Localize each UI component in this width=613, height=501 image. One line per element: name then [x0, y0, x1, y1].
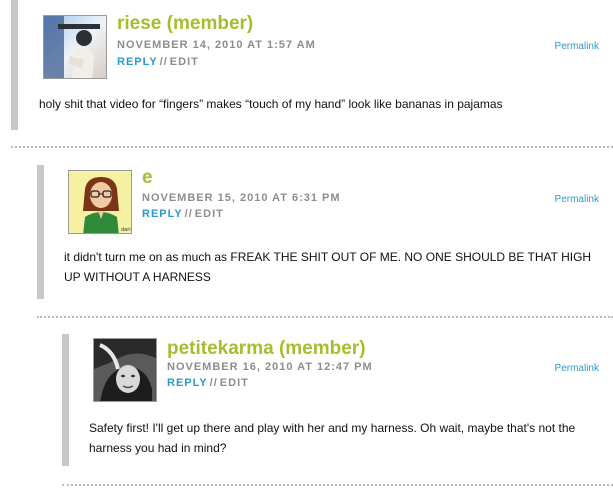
- avatar[interactable]: [43, 15, 107, 79]
- comment-indent-bar: [11, 0, 18, 130]
- comment: petitekarma (member) NOVEMBER 16, 2010 A…: [0, 334, 613, 474]
- permalink[interactable]: Permalink: [555, 363, 599, 374]
- user-photo-icon: [44, 16, 106, 78]
- comment-indent-bar: [37, 165, 44, 299]
- avatar[interactable]: daria: [68, 170, 132, 234]
- edit-link[interactable]: EDIT: [195, 208, 224, 220]
- reply-link[interactable]: REPLY: [142, 208, 183, 220]
- comment-text: holy shit that video for “fingers” makes…: [39, 97, 503, 111]
- comment-actions: REPLY//EDIT: [167, 377, 249, 389]
- comment: riese (member) NOVEMBER 14, 2010 AT 1:57…: [0, 0, 613, 135]
- edit-link[interactable]: EDIT: [220, 377, 249, 389]
- user-photo-icon: [94, 339, 156, 401]
- comment-thread: riese (member) NOVEMBER 14, 2010 AT 1:57…: [0, 0, 613, 501]
- action-separator: //: [184, 208, 193, 220]
- action-separator: //: [159, 56, 168, 68]
- reply-link[interactable]: REPLY: [117, 56, 158, 68]
- comment-text: it didn't turn me on as much as FREAK TH…: [64, 250, 592, 284]
- comment-author[interactable]: petitekarma (member): [167, 338, 366, 360]
- permalink[interactable]: Permalink: [555, 41, 599, 52]
- comment-actions: REPLY//EDIT: [142, 208, 224, 220]
- comment-author[interactable]: riese (member): [117, 13, 253, 35]
- permalink[interactable]: Permalink: [555, 194, 599, 205]
- comment-date: NOVEMBER 16, 2010 AT 12:47 PM: [167, 361, 373, 373]
- comment-divider: [11, 146, 613, 148]
- comment-divider: [37, 316, 613, 318]
- comment-date: NOVEMBER 14, 2010 AT 1:57 AM: [117, 39, 316, 51]
- comment-text: Safety first! I'll get up there and play…: [89, 421, 576, 455]
- edit-link[interactable]: EDIT: [170, 56, 199, 68]
- comment-date: NOVEMBER 15, 2010 AT 6:31 PM: [142, 192, 341, 204]
- avatar[interactable]: [93, 338, 157, 402]
- comment-actions: REPLY//EDIT: [117, 56, 199, 68]
- comment-divider: [62, 484, 613, 486]
- comment: daria e NOVEMBER 15, 2010 AT 6:31 PM REP…: [0, 165, 613, 300]
- cartoon-girl-avatar-icon: daria: [69, 171, 132, 233]
- svg-text:daria: daria: [121, 227, 132, 233]
- comment-author[interactable]: e: [142, 167, 153, 189]
- reply-link[interactable]: REPLY: [167, 377, 208, 389]
- action-separator: //: [209, 377, 218, 389]
- comment-indent-bar: [62, 334, 69, 466]
